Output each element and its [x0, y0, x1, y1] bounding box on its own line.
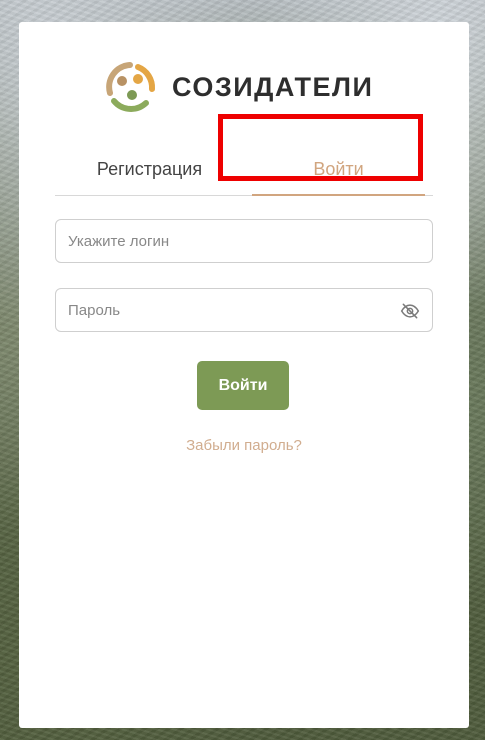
- eye-off-icon[interactable]: [400, 301, 420, 321]
- password-field-wrapper: [55, 288, 433, 332]
- login-field-wrapper: [55, 219, 433, 263]
- password-input[interactable]: [56, 289, 432, 331]
- login-submit-button[interactable]: Войти: [197, 361, 289, 410]
- tab-login[interactable]: Войти: [244, 150, 433, 196]
- auth-card: СОЗИДАТЕЛИ Регистрация Войти Войти Забыл…: [19, 22, 469, 728]
- brand-name: СОЗИДАТЕЛИ: [172, 71, 374, 102]
- forgot-password-link[interactable]: Забыли пароль?: [19, 437, 469, 454]
- login-input[interactable]: [56, 220, 432, 262]
- tab-registration[interactable]: Регистрация: [55, 150, 244, 195]
- people-circle-logo-icon: [106, 62, 156, 112]
- auth-tabs: Регистрация Войти: [55, 150, 433, 196]
- brand-logo: СОЗИДАТЕЛИ: [102, 60, 373, 114]
